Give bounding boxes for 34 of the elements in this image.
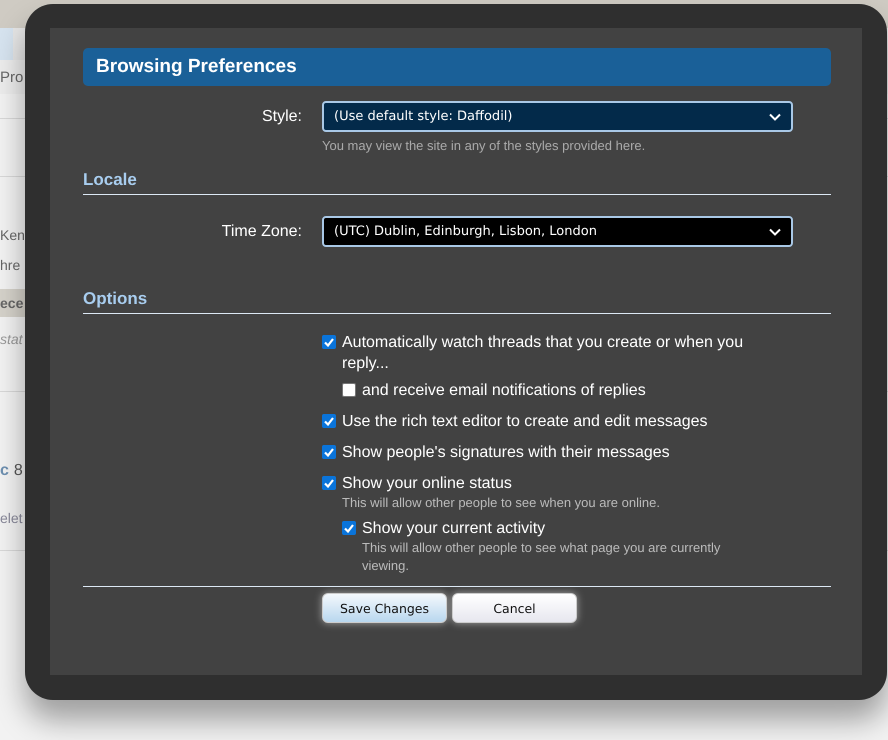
checkbox[interactable] (322, 476, 336, 490)
section-heading: Locale (83, 170, 831, 195)
option-hint: This will allow other people to see what page you are currently viewing. (362, 539, 722, 575)
post-link[interactable]: c (0, 462, 9, 480)
option-label: and receive email notifications of replies (362, 381, 646, 401)
dialog-title: Browsing Preferences (83, 48, 831, 86)
option-label: Show your current activity (362, 519, 546, 539)
section-heading: Options (83, 289, 831, 314)
option-label: Automatically watch threads that you create or when you reply... (342, 333, 744, 374)
checkbox[interactable] (322, 414, 336, 428)
checkbox[interactable] (322, 445, 336, 459)
option-label: Use the rich text editor to create and edit messages (342, 412, 708, 432)
chevron-icon (769, 112, 781, 120)
profile-tab[interactable]: ece (0, 295, 24, 311)
checkbox[interactable] (342, 383, 356, 397)
checkbox[interactable] (342, 521, 356, 535)
style-select[interactable]: (Use default style: Daffodil) (322, 101, 793, 132)
option-label: Show people's signatures with their messages (342, 443, 670, 463)
field-label: Time Zone: (222, 222, 302, 240)
cancel-button[interactable]: Cancel (452, 593, 577, 623)
chevron-icon (769, 228, 781, 236)
field-hint: You may view the site in any of the styles provided here. (322, 138, 646, 153)
checkbox[interactable] (322, 335, 336, 349)
post-text: 8 (14, 462, 23, 480)
option-hint: This will allow other people to see when you are online. (342, 494, 660, 512)
save-button[interactable]: Save Changes (322, 593, 447, 623)
activity-text: hre (0, 257, 20, 273)
status-field[interactable]: stat (0, 331, 23, 347)
user-name: Ken (0, 227, 25, 243)
time-zone-select[interactable]: (UTC) Dublin, Edinburgh, Lisbon, London (322, 216, 793, 247)
post-action-link[interactable]: elet (0, 510, 23, 526)
profile-tab[interactable]: Pro (0, 68, 24, 86)
field-label: Style: (262, 108, 302, 126)
option-label: Show your online status (342, 474, 512, 494)
